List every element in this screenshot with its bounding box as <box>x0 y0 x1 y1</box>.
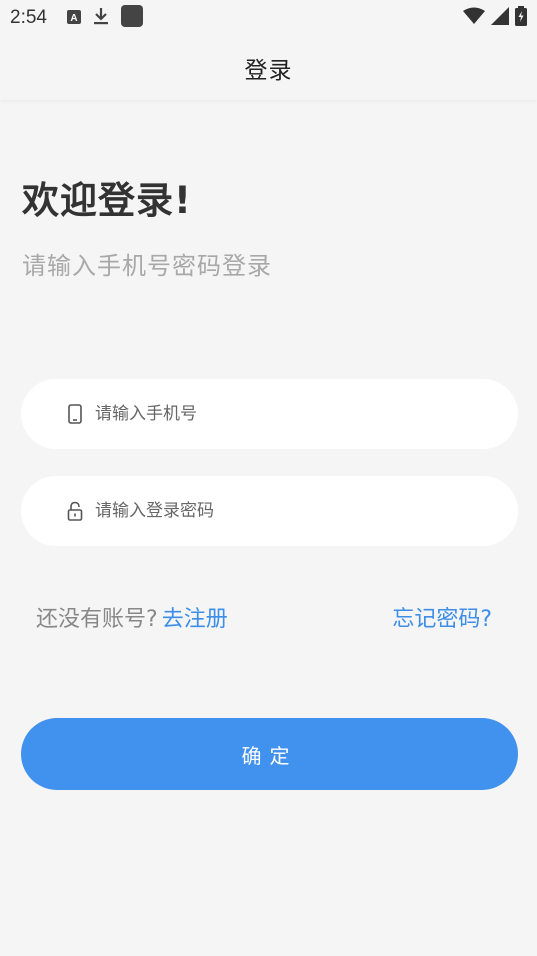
phone-input-container[interactable] <box>21 379 518 449</box>
forgot-password-link[interactable]: 忘记密码? <box>392 601 492 633</box>
no-account-text: 还没有账号? <box>36 607 158 632</box>
welcome-subtitle: 请输入手机号密码登录 <box>22 252 272 280</box>
page-title: 登录 <box>244 58 293 84</box>
app-square-icon <box>120 5 143 31</box>
signal-icon <box>491 7 509 29</box>
lock-icon <box>65 499 85 523</box>
title-bar: 登录 <box>0 36 537 100</box>
battery-icon <box>515 6 527 30</box>
a-notification-icon: A <box>66 9 81 28</box>
welcome-title: 欢迎登录! <box>22 179 192 222</box>
status-icons-right <box>463 6 527 30</box>
password-input-container[interactable] <box>21 476 518 546</box>
register-link[interactable]: 去注册 <box>162 601 228 633</box>
confirm-button[interactable]: 确定 <box>21 718 518 790</box>
svg-text:A: A <box>70 13 77 24</box>
status-time: 2:54 <box>10 7 47 28</box>
auth-links-row: 还没有账号? 去注册 忘记密码? <box>36 600 492 634</box>
phone-input[interactable] <box>93 403 477 425</box>
download-icon <box>93 7 109 29</box>
password-input[interactable] <box>93 500 477 522</box>
phone-icon <box>65 402 85 426</box>
status-icons-left: A <box>66 5 143 31</box>
status-bar: 2:54 A <box>0 0 537 36</box>
wifi-icon <box>463 7 485 29</box>
